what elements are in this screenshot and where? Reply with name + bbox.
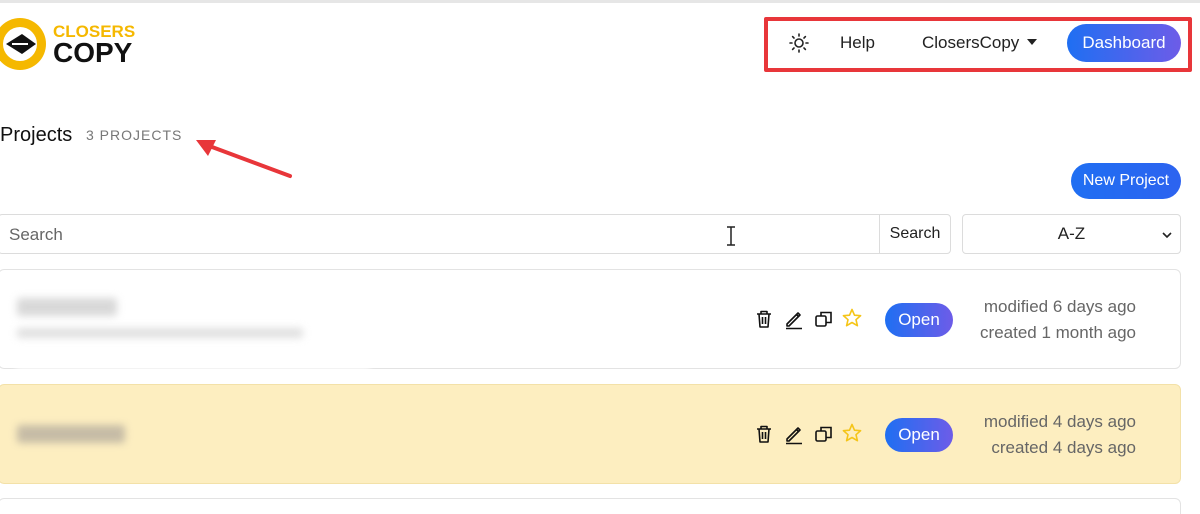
annotation-arrow-icon bbox=[196, 140, 292, 178]
project-card[interactable]: Open modified 4 days ago created 4 days … bbox=[0, 384, 1181, 484]
modified-date: modified 4 days ago bbox=[983, 412, 1136, 431]
trash-icon[interactable] bbox=[753, 308, 775, 330]
star-icon[interactable] bbox=[841, 422, 863, 444]
chevron-down-icon bbox=[1162, 232, 1172, 239]
open-project-button[interactable]: Open bbox=[885, 418, 953, 452]
sort-select[interactable]: A-Z bbox=[962, 214, 1181, 254]
edit-icon[interactable] bbox=[783, 308, 805, 330]
logo-mark-icon bbox=[0, 18, 46, 70]
brand-logo[interactable]: CLOSERS COPY bbox=[0, 16, 150, 72]
logo-text-bottom: COPY bbox=[53, 37, 133, 68]
account-label: ClosersCopy bbox=[922, 33, 1020, 52]
sort-select-value: A-Z bbox=[1057, 224, 1086, 243]
dashboard-button[interactable]: Dashboard bbox=[1067, 24, 1181, 62]
project-card[interactable]: Open modified 6 days ago created 1 month… bbox=[0, 269, 1181, 369]
search-button[interactable]: Search bbox=[879, 214, 951, 254]
project-count: 3 PROJECTS bbox=[86, 127, 183, 143]
project-dates: modified 6 days ago created 1 month ago bbox=[980, 294, 1136, 346]
text-cursor-icon bbox=[727, 226, 735, 246]
project-title-redacted bbox=[17, 425, 125, 443]
project-card[interactable] bbox=[0, 498, 1181, 514]
duplicate-icon[interactable] bbox=[813, 423, 835, 445]
trash-icon[interactable] bbox=[753, 423, 775, 445]
created-date: created 1 month ago bbox=[980, 323, 1136, 342]
caret-down-icon bbox=[1027, 39, 1038, 45]
top-divider bbox=[0, 0, 1200, 3]
nav-account-dropdown[interactable]: ClosersCopy bbox=[922, 33, 1038, 53]
project-dates: modified 4 days ago created 4 days ago bbox=[984, 409, 1136, 461]
duplicate-icon[interactable] bbox=[813, 308, 835, 330]
sun-icon[interactable] bbox=[788, 32, 810, 54]
modified-date: modified 6 days ago bbox=[983, 297, 1136, 316]
project-description-redacted bbox=[17, 328, 303, 338]
star-icon[interactable] bbox=[841, 307, 863, 329]
search-input[interactable]: Search bbox=[0, 214, 880, 254]
edit-icon[interactable] bbox=[783, 423, 805, 445]
project-title-redacted bbox=[17, 298, 117, 316]
page-title: Projects bbox=[0, 124, 73, 146]
created-date: created 4 days ago bbox=[991, 438, 1136, 457]
open-project-button[interactable]: Open bbox=[885, 303, 953, 337]
nav-help-link[interactable]: Help bbox=[840, 33, 875, 53]
new-project-button[interactable]: New Project bbox=[1071, 163, 1181, 199]
